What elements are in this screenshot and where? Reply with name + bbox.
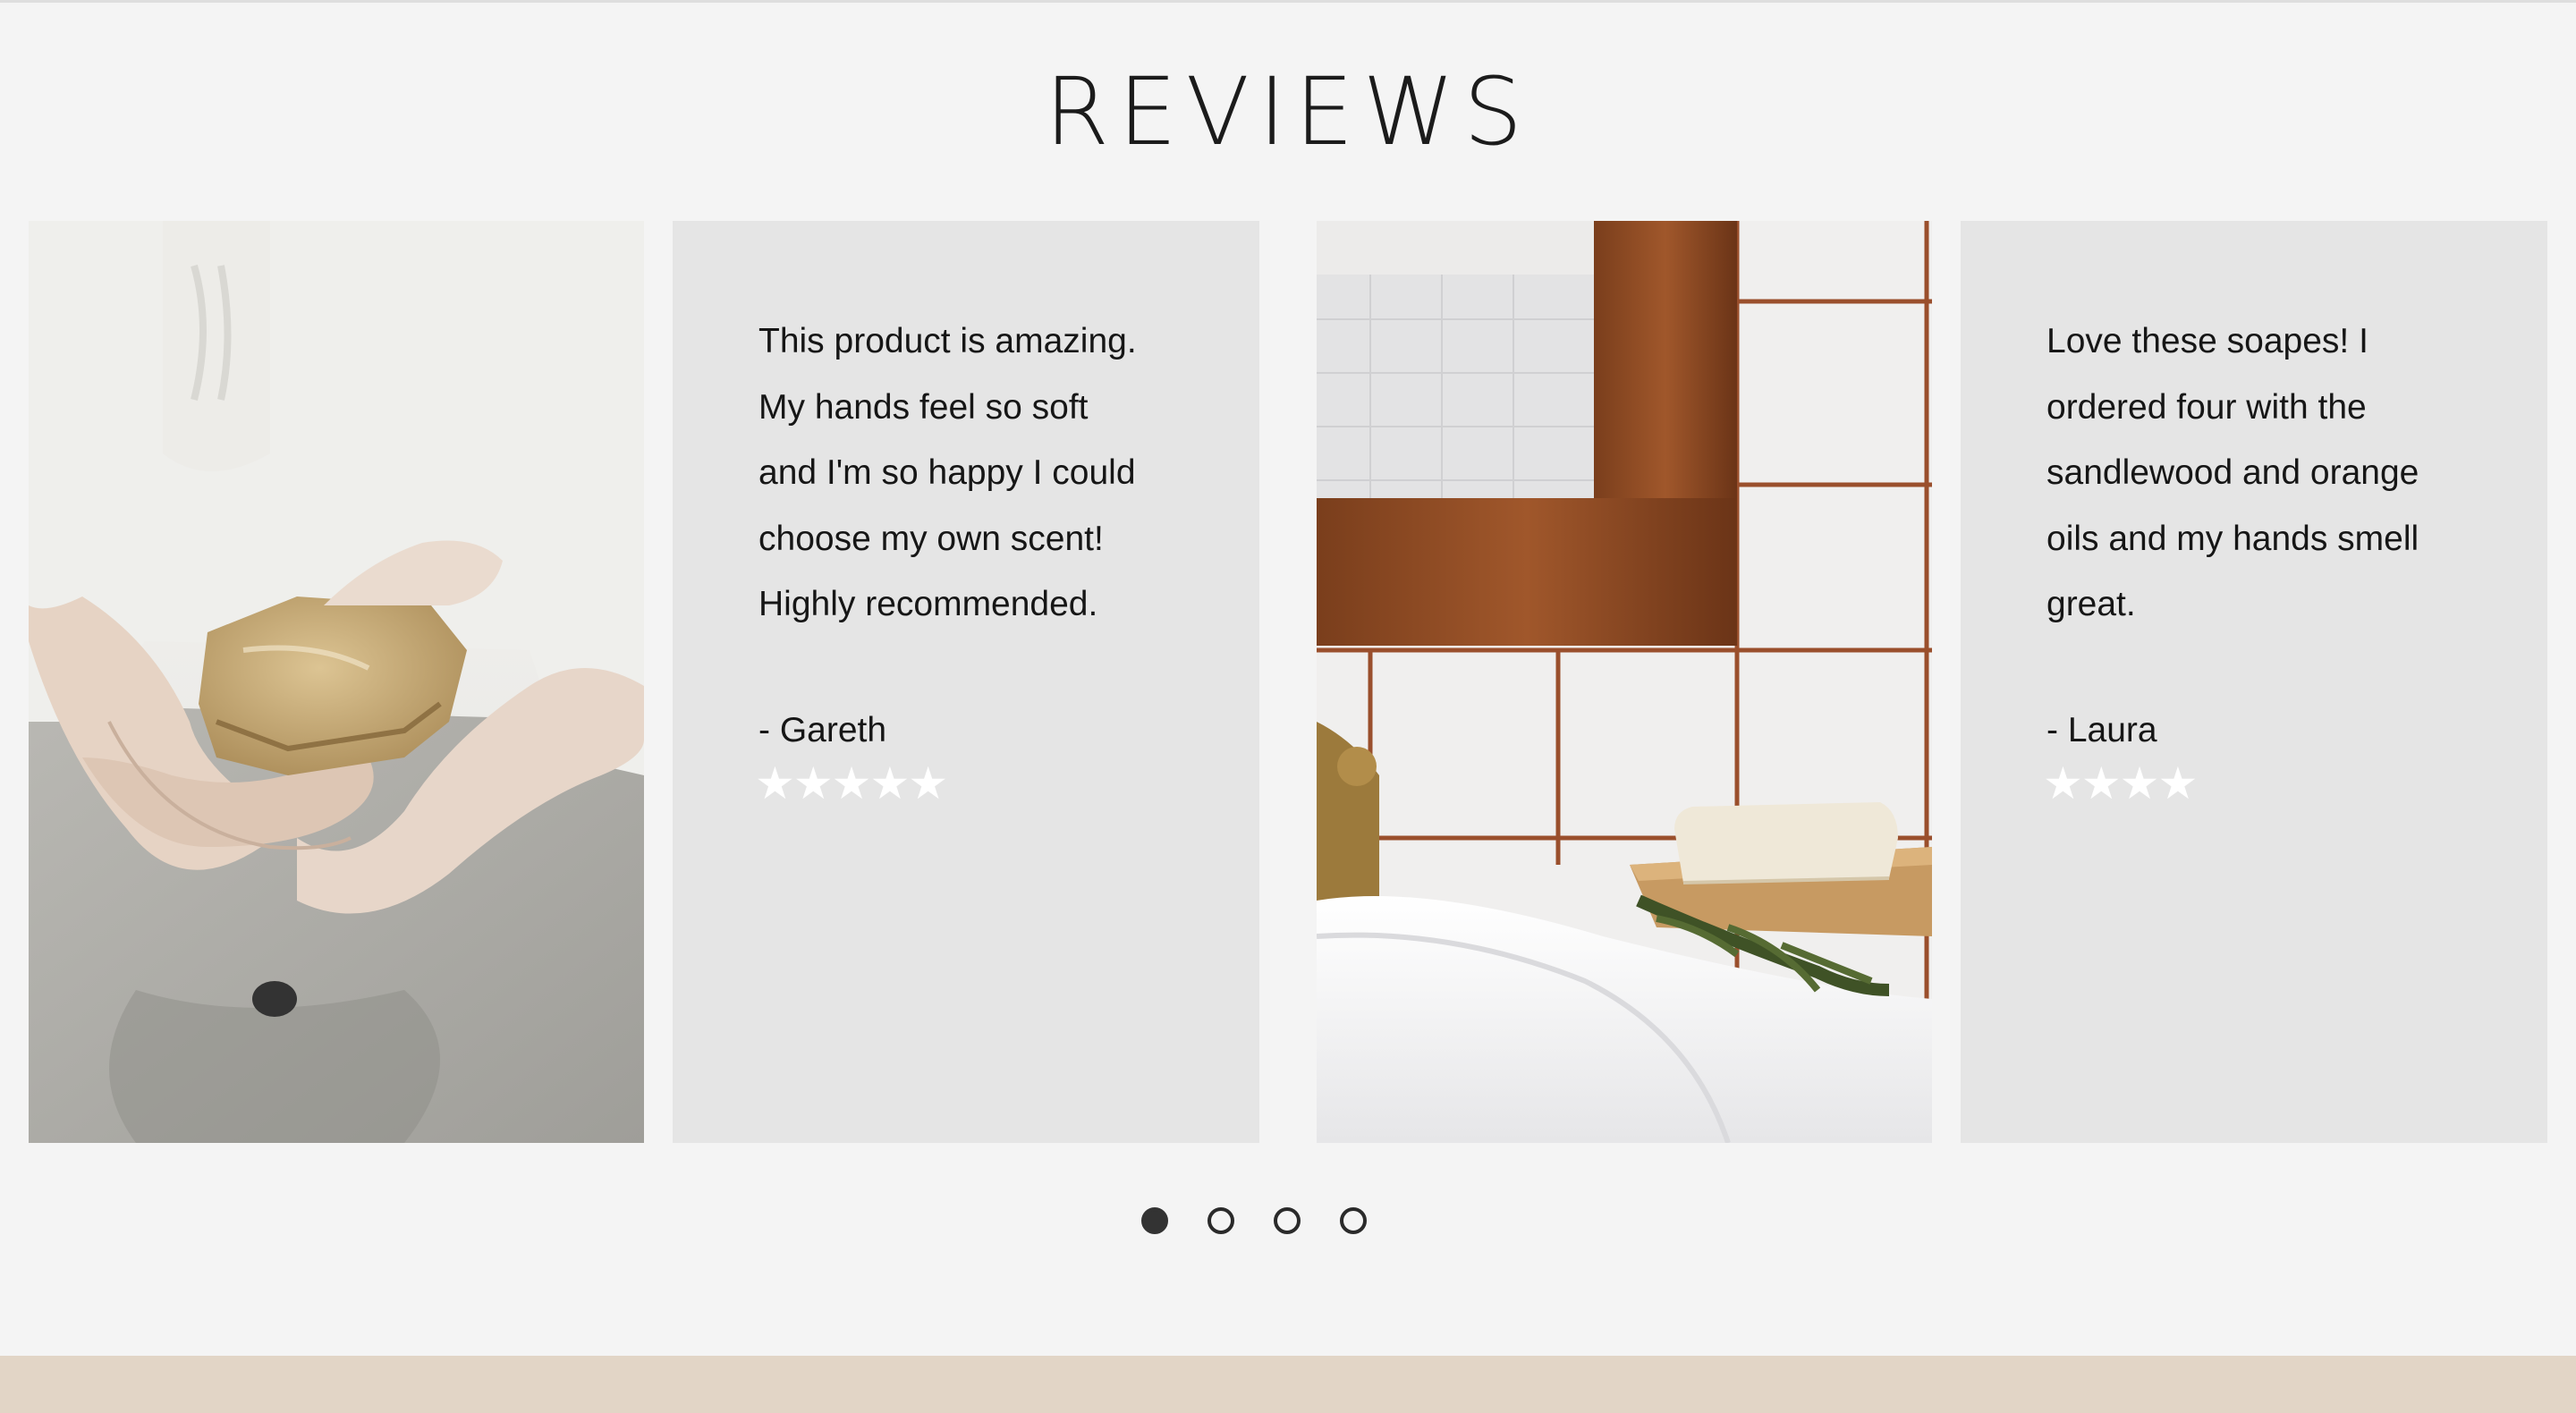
review-line: sandlewood and orange (2046, 453, 2419, 492)
review-card: This product is amazing. My hands feel s… (673, 221, 1259, 1143)
review-line: choose my own scent! (758, 519, 1104, 558)
review-line: Love these soapes! I (2046, 322, 2368, 360)
review-author: - Gareth (758, 711, 887, 749)
pagination-dot-2[interactable] (1208, 1207, 1234, 1234)
review-line: oils and my hands smell (2046, 519, 2419, 558)
review-line: ordered four with the (2046, 387, 2367, 427)
review-line: great. (2046, 585, 2136, 623)
pagination-dot-4[interactable] (1340, 1207, 1367, 1234)
review-card: Love these soapes! I ordered four with t… (1961, 221, 2547, 1143)
review-line: Highly recommended. (758, 585, 1098, 623)
pagination-dot-3[interactable] (1274, 1207, 1301, 1234)
section-title: REVIEWS (1044, 57, 1532, 166)
review-author: - Laura (2046, 711, 2157, 749)
review-text: Love these soapes! I ordered four with t… (2046, 309, 2494, 638)
hands-holding-soap-photo (29, 221, 644, 1143)
review-line: My hands feel so soft (758, 387, 1089, 427)
top-divider (0, 0, 2576, 3)
review-text: This product is amazing. My hands feel s… (758, 309, 1206, 638)
star-rating: ★★★★★ (755, 758, 948, 808)
carousel-pagination (1141, 1207, 1367, 1234)
review-line: and I'm so happy I could (758, 453, 1136, 492)
pagination-dot-1[interactable] (1141, 1207, 1168, 1234)
footer-band (0, 1356, 2576, 1413)
review-line: This product is amazing. (758, 322, 1137, 360)
bathroom-soap-dish-photo (1317, 221, 1932, 1143)
star-rating: ★★★★ (2043, 758, 2198, 808)
